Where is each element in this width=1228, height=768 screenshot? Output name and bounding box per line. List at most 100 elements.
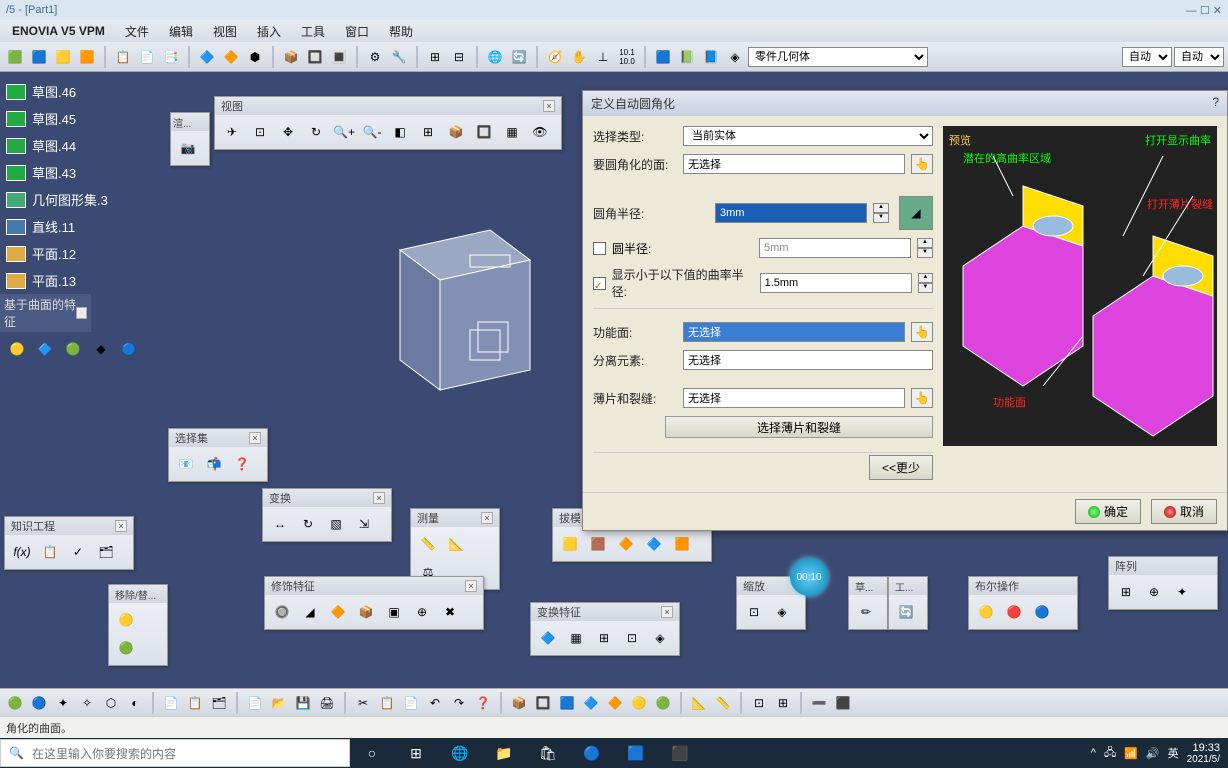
tool-icon[interactable]: 🔶 [604,692,626,714]
tree-item-sketch[interactable]: 草图.46 [0,78,160,105]
undo-icon[interactable]: ↶ [424,692,446,714]
fit-icon[interactable]: ⊡ [247,119,273,145]
draft-icon[interactable]: 🔷 [641,531,667,557]
close-icon[interactable]: × [543,100,555,112]
tool-icon[interactable]: 🟨 [52,46,74,68]
menu-window[interactable]: 窗口 [337,21,377,42]
show-curvature-checkbox[interactable] [593,277,606,290]
tool-icon[interactable]: 🔵 [28,692,50,714]
hide-icon[interactable]: 👁 [527,119,553,145]
tool-icon[interactable]: 🟦 [556,692,578,714]
iso-icon[interactable]: 📦 [443,119,469,145]
compass-icon[interactable]: 🧭 [544,46,566,68]
faces-input[interactable] [683,154,905,174]
pattern-icon[interactable]: ⊞ [591,625,617,651]
shell-icon[interactable]: 📦 [353,599,379,625]
product-menu[interactable]: ENOVIA V5 VPM [4,22,113,40]
tree-item-plane[interactable]: 平面.12 [0,240,160,267]
tool-icon[interactable]: 🔶 [220,46,242,68]
pick-icon[interactable]: 👆 [911,388,933,408]
app-icon[interactable]: 🔵 [570,738,614,768]
tool-icon[interactable]: ⬛ [832,692,854,714]
mirror-icon[interactable]: ▦ [563,625,589,651]
scale-icon[interactable]: ◈ [769,599,795,625]
scale-icon[interactable]: ⊡ [619,625,645,651]
affinity-icon[interactable]: ◈ [647,625,673,651]
normal-icon[interactable]: ◧ [387,119,413,145]
round-radius-input[interactable] [759,238,911,258]
tool-icon[interactable]: ✧ [76,692,98,714]
thread-icon[interactable]: ⊕ [409,599,435,625]
store-icon[interactable]: 🛍 [526,738,570,768]
rotate-icon[interactable]: ↻ [295,511,321,537]
system-tray[interactable]: ^ 🖧 📶 🔊 英 19:33 2021/5/ [1083,742,1228,765]
draft-icon[interactable]: 🔶 [613,531,639,557]
pick-icon[interactable]: 👆 [911,322,933,342]
circ-pattern-icon[interactable]: ⊕ [1141,579,1167,605]
draft-icon[interactable]: 🟨 [557,531,583,557]
tool-icon[interactable]: 🟦 [28,46,50,68]
tool-icon[interactable]: ⬡ [100,692,122,714]
round-radius-checkbox[interactable] [593,242,606,255]
close-icon[interactable]: × [465,580,477,592]
cut-icon[interactable]: ✂ [352,692,374,714]
surface-tool-icon[interactable]: 🔷 [32,336,58,362]
tool-icon[interactable]: ➖ [808,692,830,714]
body-select[interactable]: 零件几何体 [748,47,928,67]
tool-icon[interactable]: ⬢ [244,46,266,68]
help-icon[interactable]: ❓ [472,692,494,714]
thin-crack-input[interactable] [683,388,905,408]
measure-icon[interactable]: 📏 [415,531,441,557]
tool-icon[interactable]: ⊞ [772,692,794,714]
ok-button[interactable]: 确定 [1075,499,1141,524]
open-icon[interactable]: 📂 [268,692,290,714]
rotate-icon[interactable]: ↻ [303,119,329,145]
menu-view[interactable]: 视图 [205,21,245,42]
tool-icon[interactable]: 🔷 [580,692,602,714]
fillet-preview-icon[interactable]: ◢ [899,196,933,230]
redo-icon[interactable]: ↷ [448,692,470,714]
check-icon[interactable]: ✓ [65,539,91,565]
tool-icon[interactable]: ⊞ [424,46,446,68]
fly-icon[interactable]: ✈ [219,119,245,145]
measure-icon[interactable]: 📐 [443,531,469,557]
tree-item-sketch[interactable]: 草图.44 [0,132,160,159]
draft-icon[interactable]: 🔶 [325,599,351,625]
fillet-icon[interactable]: 🔘 [269,599,295,625]
sketch-icon[interactable]: ✏ [853,599,879,625]
tool-icon[interactable]: 🔄 [508,46,530,68]
tool-icon[interactable]: 🟧 [76,46,98,68]
multi-view-icon[interactable]: ⊞ [415,119,441,145]
taskview-icon[interactable]: ⊞ [394,738,438,768]
zoom-in-icon[interactable]: 🔍+ [331,119,357,145]
new-icon[interactable]: 📄 [244,692,266,714]
tool-icon[interactable]: 🗂 [208,692,230,714]
copy-icon[interactable]: 📋 [376,692,398,714]
menu-help[interactable]: 帮助 [381,21,421,42]
close-icon[interactable]: × [249,432,261,444]
surface-tool-icon[interactable]: 🟡 [4,336,30,362]
wire-icon[interactable]: ▦ [499,119,525,145]
tool-icon[interactable]: 📋 [112,46,134,68]
tool-icon[interactable]: 🔧 [388,46,410,68]
select-type-dropdown[interactable]: 当前实体 [683,126,933,146]
surface-tool-icon[interactable]: 🔵 [116,336,142,362]
chevron-up-icon[interactable]: ^ [1091,747,1096,759]
select-icon[interactable]: 📬 [201,451,227,477]
app-icon[interactable]: ⬛ [658,738,702,768]
rule-icon[interactable]: 📋 [37,539,63,565]
tool-icon[interactable]: ⊟ [448,46,470,68]
viewport-3d-model[interactable] [370,200,560,400]
curvature-spinner[interactable]: ▲▼ [918,273,933,293]
tree-item-plane[interactable]: 平面.13 [0,267,160,294]
menu-edit[interactable]: 编辑 [161,21,201,42]
translate-icon[interactable]: 🔷 [535,625,561,651]
tool-icon[interactable]: ✦ [52,692,74,714]
pick-icon[interactable]: 👆 [911,154,933,174]
tree-item-geomset[interactable]: 几何图形集.3 [0,186,160,213]
curvature-input[interactable] [760,273,912,293]
tool-icon[interactable]: ◐ [124,692,146,714]
tool-icon[interactable]: 📄 [160,692,182,714]
tool-icon[interactable]: 🔳 [328,46,350,68]
remove-icon[interactable]: 🟡 [113,607,139,633]
